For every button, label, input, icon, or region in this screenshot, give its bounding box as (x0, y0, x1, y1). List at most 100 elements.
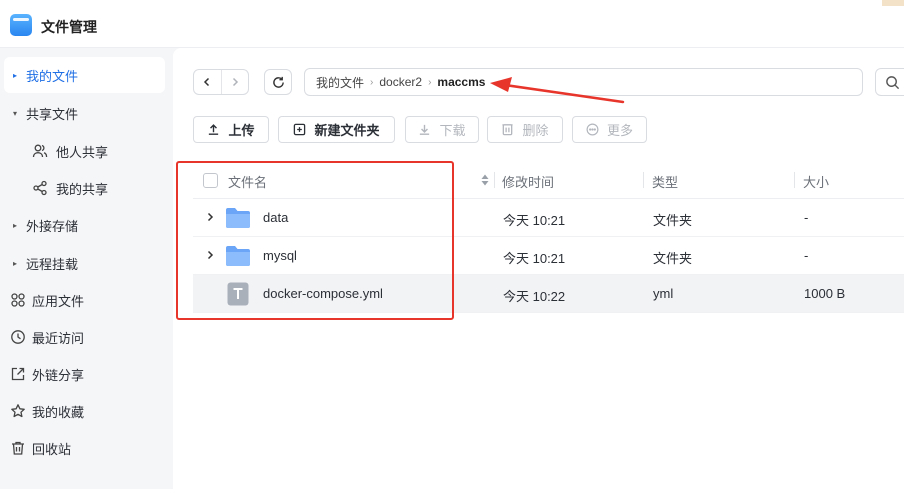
apps-grid-icon (4, 292, 32, 308)
sidebar: ▸ 我的文件 ▾ 共享文件 他人共享 我的共享 ▸ 外接存储 ▸ 远程挂载 应用… (0, 48, 172, 489)
search-icon (886, 75, 900, 89)
sort-icon[interactable] (480, 173, 490, 187)
new-folder-button[interactable]: 新建文件夹 (278, 116, 395, 143)
file-modified: 今天 10:22 (503, 289, 566, 304)
sidebar-item-shared-with-me[interactable]: 他人共享 (4, 133, 165, 169)
history-nav-group (193, 69, 249, 95)
sidebar-item-external-storage[interactable]: ▸ 外接存储 (4, 207, 165, 243)
caret-right-icon[interactable]: ▸ (4, 221, 26, 230)
column-header-type[interactable]: 类型 (652, 172, 678, 191)
trash-icon (501, 123, 514, 136)
file-manager-logo-icon (10, 14, 32, 36)
download-icon (418, 123, 431, 136)
more-label: 更多 (606, 123, 633, 138)
trash-icon (4, 440, 32, 456)
table-row[interactable]: data 今天 10:21 文件夹 - (193, 199, 904, 237)
breadcrumb-separator-icon: › (370, 76, 374, 88)
download-button[interactable]: 下载 (405, 116, 479, 143)
folder-icon (226, 208, 250, 228)
file-manager-app: 文件管理 ▸ 我的文件 ▾ 共享文件 他人共享 我的共享 ▸ 外接存储 ▸ 远程… (0, 0, 904, 489)
sidebar-item-label: 回收站 (32, 441, 72, 457)
file-size: 1000 B (804, 286, 846, 301)
new-folder-label: 新建文件夹 (314, 123, 380, 138)
column-divider[interactable] (643, 172, 644, 188)
sidebar-item-external-links[interactable]: 外链分享 (4, 356, 165, 392)
external-link-icon (4, 366, 32, 382)
file-size: - (804, 248, 809, 263)
table-header: 文件名 修改时间 类型 大小 (193, 162, 904, 199)
file-name[interactable]: data (263, 210, 288, 225)
add-folder-icon (293, 123, 306, 136)
sidebar-item-label: 我的文件 (26, 68, 79, 84)
more-dots-icon (586, 123, 599, 136)
file-modified: 今天 10:21 (503, 251, 566, 266)
sidebar-item-recent[interactable]: 最近访问 (4, 319, 165, 355)
back-button[interactable] (194, 70, 221, 94)
sidebar-item-label: 外接存储 (26, 218, 79, 234)
star-icon (4, 403, 32, 419)
chevron-right-icon[interactable] (205, 212, 215, 222)
column-header-size[interactable]: 大小 (803, 172, 829, 191)
sidebar-item-label: 我的收藏 (32, 404, 85, 420)
chevron-right-icon[interactable] (205, 250, 215, 260)
breadcrumb-item[interactable]: 我的文件 (316, 74, 364, 91)
search-button[interactable] (875, 68, 904, 96)
chevron-left-icon (204, 77, 210, 87)
upload-button[interactable]: 上传 (193, 116, 269, 143)
sidebar-item-label: 最近访问 (32, 330, 85, 346)
app-title: 文件管理 (41, 19, 97, 35)
file-name[interactable]: docker-compose.yml (263, 286, 383, 301)
caret-right-icon[interactable]: ▸ (4, 71, 26, 80)
sidebar-item-label: 应用文件 (32, 293, 85, 309)
sidebar-item-my-files[interactable]: ▸ 我的文件 (4, 57, 165, 93)
clock-icon (4, 329, 32, 345)
download-label: 下载 (439, 123, 466, 138)
sidebar-item-favorites[interactable]: 我的收藏 (4, 393, 165, 429)
column-header-modified[interactable]: 修改时间 (502, 172, 554, 191)
breadcrumb[interactable]: 我的文件 › docker2 › maccms (304, 68, 863, 96)
column-divider[interactable] (794, 172, 795, 188)
corner-decoration (882, 0, 904, 6)
file-size: - (804, 210, 809, 225)
file-modified: 今天 10:21 (503, 213, 566, 228)
users-icon (32, 143, 56, 159)
sidebar-item-shared-files[interactable]: ▾ 共享文件 (4, 95, 165, 131)
caret-down-icon[interactable]: ▾ (4, 109, 26, 118)
select-all-checkbox[interactable] (203, 173, 218, 188)
sidebar-item-label: 共享文件 (26, 106, 79, 122)
table-row[interactable]: mysql 今天 10:21 文件夹 - (193, 237, 904, 275)
share-nodes-icon (32, 180, 56, 196)
forward-button[interactable] (220, 70, 248, 94)
file-type: 文件夹 (653, 213, 693, 228)
sidebar-item-my-shares[interactable]: 我的共享 (4, 170, 165, 206)
caret-right-icon[interactable]: ▸ (4, 259, 26, 268)
file-name[interactable]: mysql (263, 248, 297, 263)
upload-icon (207, 123, 220, 136)
sidebar-item-app-files[interactable]: 应用文件 (4, 282, 165, 318)
chevron-right-icon (232, 77, 239, 87)
sidebar-item-label: 我的共享 (56, 181, 109, 197)
sidebar-item-remote-mount[interactable]: ▸ 远程挂载 (4, 245, 165, 281)
refresh-button[interactable] (264, 69, 292, 95)
delete-label: 删除 (522, 123, 549, 138)
file-type: 文件夹 (653, 251, 693, 266)
file-type: yml (653, 286, 674, 301)
breadcrumb-separator-icon: › (428, 76, 432, 88)
refresh-icon (272, 76, 284, 88)
file-table: 文件名 修改时间 类型 大小 data 今天 10:21 文件夹 - mysql… (193, 162, 904, 313)
column-divider[interactable] (494, 172, 495, 188)
breadcrumb-item[interactable]: docker2 (379, 75, 422, 89)
delete-button[interactable]: 删除 (487, 116, 563, 143)
breadcrumb-current[interactable]: maccms (437, 75, 485, 89)
more-button[interactable]: 更多 (572, 116, 647, 143)
sidebar-item-label: 他人共享 (56, 144, 109, 160)
title-bar: 文件管理 (0, 0, 904, 48)
table-row[interactable]: docker-compose.yml 今天 10:22 yml 1000 B (193, 275, 904, 313)
main-panel: 我的文件 › docker2 › maccms 上传 新建文件夹 下载 删除 更… (173, 48, 904, 489)
sidebar-item-recycle-bin[interactable]: 回收站 (4, 430, 165, 466)
folder-icon (226, 246, 250, 266)
upload-label: 上传 (228, 123, 255, 138)
sidebar-item-label: 远程挂载 (26, 256, 79, 272)
sidebar-item-label: 外链分享 (32, 367, 85, 383)
column-header-name[interactable]: 文件名 (228, 172, 267, 191)
